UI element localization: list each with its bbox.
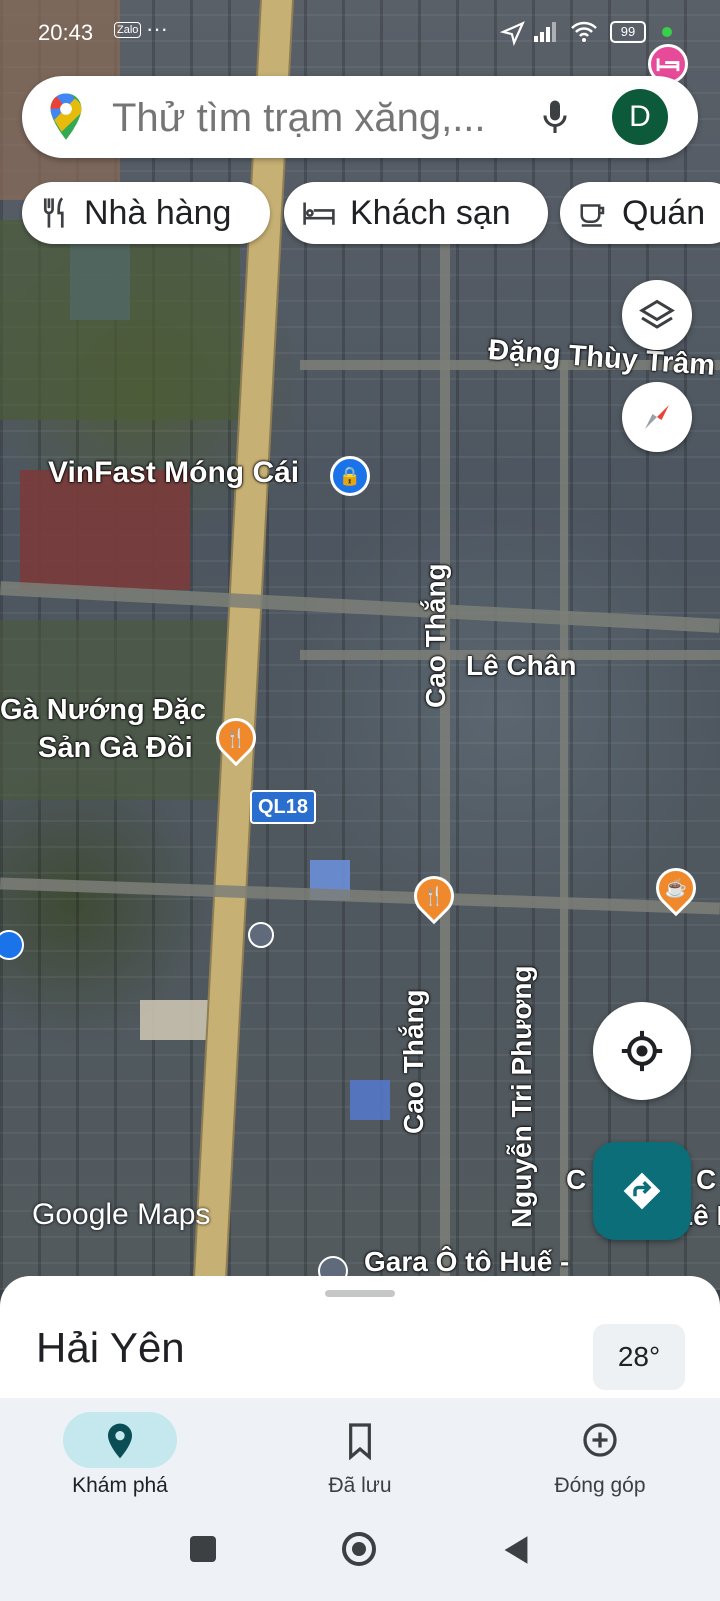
- road: [560, 360, 568, 1290]
- place-label-partial-c: C: [566, 1164, 587, 1195]
- place-title: Hải Yên: [36, 1324, 185, 1371]
- add-circle-icon: [583, 1423, 617, 1457]
- coffee-cup-icon: [580, 204, 605, 227]
- coffee-cup-icon: ☕: [664, 878, 688, 898]
- street-label-cao-thang: Cao Thắng: [420, 563, 451, 708]
- my-location-button[interactable]: [593, 1002, 691, 1100]
- map-rooftop-blue: [350, 1080, 390, 1120]
- nav-saved[interactable]: Đã lưu: [240, 1398, 480, 1506]
- compass-icon: [645, 405, 669, 429]
- compass-button[interactable]: [622, 382, 692, 452]
- directions-icon: [623, 1172, 661, 1210]
- nav-contribute[interactable]: Đóng góp: [480, 1398, 720, 1506]
- place-label-partial-c-right: C: [696, 1164, 717, 1195]
- bed-icon: [303, 202, 335, 225]
- road: [440, 240, 450, 1290]
- directions-button[interactable]: [593, 1142, 691, 1240]
- home-button-dot: [352, 1542, 366, 1556]
- wifi-icon: [571, 21, 597, 42]
- recents-button[interactable]: [190, 1536, 216, 1562]
- map-trees: [0, 220, 240, 420]
- chip-label: Khách sạn: [350, 193, 511, 232]
- place-label-gara: Gara Ô tô Huế -: [364, 1246, 570, 1277]
- chip-restaurants[interactable]: Nhà hàng: [22, 182, 270, 244]
- battery-icon: 99: [610, 21, 646, 43]
- status-time: 20:43: [38, 20, 94, 45]
- place-label-vinfast: VinFast Móng Cái: [48, 456, 300, 489]
- zalo-icon: Zalo: [114, 22, 142, 38]
- place-label-ga-nuong-line2: Sản Gà Đồi: [38, 732, 193, 764]
- layers-icon: [639, 299, 675, 329]
- more-notifications: ···: [146, 16, 168, 41]
- search-input[interactable]: [110, 90, 534, 146]
- microphone-icon[interactable]: [540, 98, 570, 138]
- status-bar: 20:43 Zalo ··· 99: [0, 0, 720, 64]
- bus-stop-icon[interactable]: [248, 922, 274, 948]
- road: [0, 877, 720, 915]
- map-rooftop: [140, 1000, 210, 1040]
- bottom-navigation: Khám phá Đã lưu Đóng góp: [0, 1398, 720, 1506]
- sheet-drag-handle[interactable]: [325, 1290, 395, 1297]
- crosshair-icon: [621, 1030, 663, 1072]
- restaurant-pin-2[interactable]: 🍴: [405, 867, 463, 925]
- fork-knife-icon: 🍴: [224, 728, 248, 748]
- home-button[interactable]: [342, 1532, 376, 1566]
- bookmark-icon: [349, 1423, 371, 1460]
- back-button[interactable]: [502, 1534, 530, 1566]
- street-label-cao-thang-2: Cao Thắng: [398, 989, 429, 1134]
- street-label-le-chan: Lê Chân: [466, 650, 577, 681]
- google-maps-logo-icon: [50, 93, 82, 140]
- chip-label: Quán: [622, 193, 706, 232]
- nav-explore[interactable]: Khám phá: [0, 1398, 240, 1506]
- weather-badge[interactable]: 28°: [593, 1324, 685, 1390]
- google-maps-watermark: Google Maps: [32, 1198, 211, 1231]
- street-label-nguyen-tri-phuong: Nguyễn Tri Phương: [506, 965, 537, 1228]
- chip-hotels[interactable]: Khách sạn: [284, 182, 548, 244]
- location-pin-icon: [108, 1423, 132, 1459]
- signal-icon: [534, 22, 556, 42]
- nav-label: Đã lưu: [328, 1474, 392, 1497]
- chip-label: Nhà hàng: [84, 193, 232, 232]
- shopping-pin[interactable]: [0, 930, 24, 960]
- highway-shield-ql18: QL18: [250, 790, 317, 824]
- nav-label: Đóng góp: [554, 1474, 646, 1497]
- location-arrow-icon: [500, 21, 525, 46]
- layers-button[interactable]: [622, 280, 692, 350]
- search-bar[interactable]: D: [22, 76, 698, 158]
- active-dot: [662, 27, 672, 37]
- vinfast-pin[interactable]: 🔒: [330, 456, 370, 496]
- street-label-dang-thuy-tram: Đặng Thùy Trâm: [487, 334, 717, 382]
- fork-knife-icon: 🍴: [422, 886, 446, 906]
- system-navigation-bar: [0, 1506, 720, 1601]
- account-avatar[interactable]: D: [612, 89, 668, 145]
- place-label-ga-nuong: Gà Nướng Đặc: [0, 694, 206, 726]
- chip-cafes[interactable]: Quán: [560, 182, 720, 244]
- fork-knife-icon: [43, 197, 64, 228]
- nav-label: Khám phá: [72, 1474, 168, 1497]
- lock-icon: 🔒: [338, 466, 362, 486]
- explore-sheet[interactable]: Hải Yên 28°: [0, 1276, 720, 1406]
